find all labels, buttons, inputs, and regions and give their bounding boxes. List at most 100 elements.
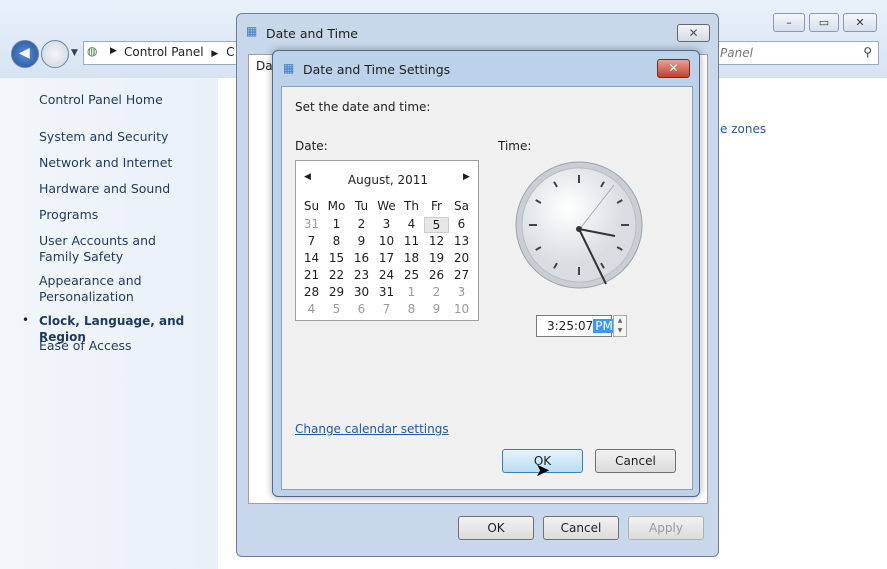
back-button[interactable]: ◀: [11, 40, 39, 68]
back-arrow-icon: ◀: [19, 45, 30, 61]
calendar-day[interactable]: 7: [374, 302, 399, 316]
settings-cancel-button[interactable]: Cancel: [595, 449, 676, 473]
calendar-day[interactable]: 23: [349, 268, 374, 282]
calendar-day[interactable]: 2: [349, 217, 374, 231]
calendar-day[interactable]: 2: [424, 285, 449, 299]
calendar-day[interactable]: 25: [399, 268, 424, 282]
calendar-day[interactable]: 11: [399, 234, 424, 248]
calendar-day[interactable]: 7: [299, 234, 324, 248]
calendar-day[interactable]: 9: [349, 234, 374, 248]
calendar-day[interactable]: 20: [449, 251, 474, 265]
spin-down-icon[interactable]: ▼: [614, 326, 626, 336]
recent-pages-dropdown-icon[interactable]: ▼: [71, 48, 78, 58]
dialog-title: Date and Time: [266, 26, 358, 41]
maximize-button[interactable]: ▭: [809, 13, 839, 32]
calendar-day[interactable]: 8: [324, 234, 349, 248]
weekday-header: We: [377, 199, 396, 213]
weekday-header: Tu: [354, 199, 369, 213]
analog-clock: [515, 161, 643, 289]
breadcrumb-separator-icon: ▶: [211, 49, 219, 59]
calendar-day[interactable]: 31: [299, 217, 324, 231]
forward-button[interactable]: [41, 40, 69, 68]
time-label: Time:: [498, 139, 532, 153]
calendar-day[interactable]: 10: [449, 302, 474, 316]
weekday-header: Su: [303, 199, 320, 213]
calendar-day[interactable]: 29: [324, 285, 349, 299]
month-title[interactable]: August, 2011: [296, 173, 480, 187]
calendar-day[interactable]: 1: [399, 285, 424, 299]
weekday-header: Fr: [431, 199, 442, 213]
sidebar-item-ease-of-access[interactable]: Ease of Access: [39, 338, 209, 354]
calendar-day[interactable]: 13: [449, 234, 474, 248]
calendar-day[interactable]: 30: [349, 285, 374, 299]
weekday-header: Th: [404, 199, 419, 213]
address-bar[interactable]: ◍ ▶ Control Panel ▶ C: [83, 41, 243, 65]
calendar-day[interactable]: 15: [324, 251, 349, 265]
calendar-day[interactable]: 5: [324, 302, 349, 316]
prompt-label: Set the date and time:: [295, 100, 431, 114]
calendar-day[interactable]: 4: [399, 217, 424, 231]
settings-dialog-title: Date and Time Settings: [303, 62, 451, 77]
time-spinner[interactable]: ▲ ▼: [613, 315, 627, 337]
next-month-icon[interactable]: ▶: [463, 172, 470, 182]
breadcrumb-control-panel[interactable]: Control Panel: [124, 45, 204, 59]
settings-close-button[interactable]: ✕: [657, 59, 690, 78]
sidebar-item-home[interactable]: Control Panel Home: [39, 92, 209, 108]
calendar-day[interactable]: 3: [449, 285, 474, 299]
calendar-day[interactable]: 3: [374, 217, 399, 231]
search-icon[interactable]: ⚲: [863, 45, 872, 59]
breadcrumb-current[interactable]: C: [226, 45, 234, 59]
sidebar-item-appearance[interactable]: Appearance and Personalization: [39, 273, 149, 305]
tab-date-and-time[interactable]: Da: [256, 59, 273, 73]
calendar: ◀ August, 2011 ▶ Su Mo Tu We Th Fr Sa 31 1 2 3 4 5 6 7…: [295, 160, 479, 321]
mouse-cursor-icon: ➤: [535, 460, 551, 481]
active-bullet-icon: •: [22, 313, 30, 327]
calendar-day[interactable]: 12: [424, 234, 449, 248]
time-input[interactable]: 3:25:07 PM: [536, 315, 615, 337]
calendar-day[interactable]: 8: [399, 302, 424, 316]
calendar-day[interactable]: 9: [424, 302, 449, 316]
weekday-header: Sa: [454, 199, 469, 213]
ok-button[interactable]: OK: [458, 516, 534, 540]
calendar-day[interactable]: 19: [424, 251, 449, 265]
calendar-day[interactable]: 10: [374, 234, 399, 248]
calendar-day[interactable]: 4: [299, 302, 324, 316]
calendar-day[interactable]: 24: [374, 268, 399, 282]
calendar-day[interactable]: 22: [324, 268, 349, 282]
apply-button[interactable]: Apply: [628, 516, 704, 540]
calendar-day[interactable]: 28: [299, 285, 324, 299]
calendar-day[interactable]: 6: [449, 217, 474, 231]
minimize-button[interactable]: –: [773, 13, 805, 32]
cancel-button[interactable]: Cancel: [543, 516, 619, 540]
calendar-day[interactable]: 31: [374, 285, 399, 299]
change-calendar-settings-link[interactable]: Change calendar settings: [295, 422, 449, 436]
sidebar-item-network[interactable]: Network and Internet: [39, 155, 209, 171]
calendar-day[interactable]: 26: [424, 268, 449, 282]
calendar-day[interactable]: 1: [324, 217, 349, 231]
calendar-day[interactable]: 18: [399, 251, 424, 265]
calendar-icon: ▦: [283, 61, 295, 75]
calendar-day[interactable]: 21: [299, 268, 324, 282]
calendar-day[interactable]: 6: [349, 302, 374, 316]
sidebar-item-hardware[interactable]: Hardware and Sound: [39, 181, 209, 197]
ampm-value: PM: [593, 319, 615, 333]
calendar-day[interactable]: 17: [374, 251, 399, 265]
spin-up-icon[interactable]: ▲: [614, 316, 626, 326]
sidebar-item-system-security[interactable]: System and Security: [39, 129, 209, 145]
search-input[interactable]: Panel ⚲: [715, 41, 879, 65]
calendar-icon: ▦: [246, 24, 258, 38]
dialog-close-button[interactable]: ✕: [677, 24, 710, 42]
calendar-day[interactable]: 5: [424, 217, 449, 233]
breadcrumb-separator-icon: ▶: [110, 46, 117, 56]
time-value: 3:25:07: [547, 319, 594, 333]
sidebar-item-user-accounts[interactable]: User Accounts and Family Safety: [39, 233, 189, 265]
time-zones-link[interactable]: e zones: [720, 122, 766, 136]
calendar-day[interactable]: 27: [449, 268, 474, 282]
calendar-day[interactable]: 16: [349, 251, 374, 265]
calendar-day[interactable]: 14: [299, 251, 324, 265]
search-placeholder: Panel: [720, 46, 753, 60]
close-window-button[interactable]: ✕: [843, 13, 877, 32]
sidebar-item-programs[interactable]: Programs: [39, 207, 209, 223]
weekday-header: Mo: [327, 199, 346, 213]
control-panel-icon: ◍: [87, 44, 98, 58]
